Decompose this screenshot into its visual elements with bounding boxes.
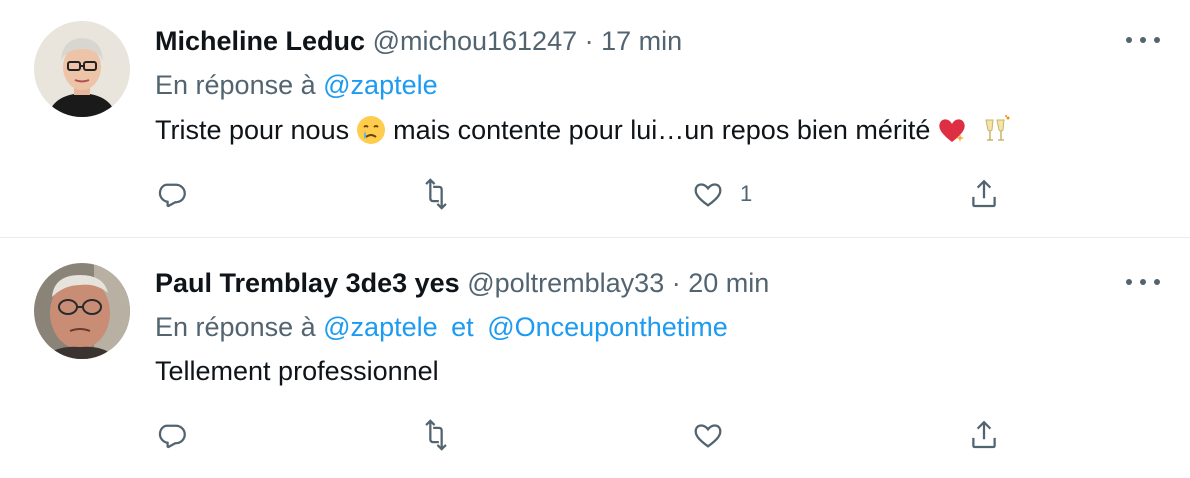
tweet-text-part: Tellement professionnel [155,356,439,386]
mention-link[interactable]: @zaptele [323,70,437,100]
reply-prefix: En réponse à [155,70,316,100]
reply-icon [158,183,186,208]
reply-prefix: En réponse à [155,312,316,342]
retweet-icon [425,178,447,210]
retweet-button[interactable] [419,417,453,453]
reply-button[interactable] [155,176,189,212]
tweet-actions: 1 [155,176,1015,212]
avatar[interactable] [34,263,130,359]
share-button[interactable] [967,417,1001,453]
reply-context: En réponse à @zaptele et @Onceuponthetim… [155,310,728,344]
like-button[interactable]: 1 [691,176,752,212]
author-name[interactable]: Micheline Leduc [155,26,365,56]
tweet-text-part: Triste pour nous [155,115,350,145]
author-handle[interactable]: @michou161247 [373,26,578,56]
reply-button[interactable] [155,417,189,453]
like-button[interactable] [691,417,725,453]
retweet-button[interactable] [419,176,453,212]
reply-icon [158,424,186,449]
share-icon [972,420,996,449]
separator-dot: · [671,268,681,298]
more-options-icon[interactable] [1126,272,1160,292]
like-count: 1 [740,181,753,206]
sparkling-heart-emoji [936,114,968,146]
clinking-glasses-emoji [980,114,1012,146]
reply-context: En réponse à @zaptele [155,68,438,102]
tweet-header: Micheline Leduc @michou161247 · 17 min [155,24,682,58]
tweet-text-part: mais contente pour lui…un repos bien mér… [393,115,931,145]
mention-joiner: et [451,312,474,342]
heart-icon [694,183,722,207]
heart-icon [694,424,722,448]
tweet-header: Paul Tremblay 3de3 yes @poltremblay33 · … [155,266,769,300]
timestamp[interactable]: 20 min [688,268,769,298]
tweet[interactable]: Micheline Leduc @michou161247 · 17 min E… [0,0,1190,238]
mention-link[interactable]: @zaptele [323,312,437,342]
tweet-text: Triste pour nous mais contente pour lui…… [155,112,1018,148]
retweet-icon [425,419,447,451]
author-handle[interactable]: @poltremblay33 [467,268,664,298]
author-name[interactable]: Paul Tremblay 3de3 yes [155,268,460,298]
separator-dot: · [584,26,594,56]
tweet-actions [155,417,1015,453]
mention-link[interactable]: @Onceuponthetime [487,312,728,342]
tweet[interactable]: Paul Tremblay 3de3 yes @poltremblay33 · … [0,238,1190,478]
share-button[interactable] [967,176,1001,212]
timestamp[interactable]: 17 min [601,26,682,56]
crying-face-emoji [355,114,387,146]
tweet-text: Tellement professionnel [155,353,439,389]
more-options-icon[interactable] [1126,30,1160,50]
avatar[interactable] [34,21,130,117]
share-icon [972,179,996,208]
